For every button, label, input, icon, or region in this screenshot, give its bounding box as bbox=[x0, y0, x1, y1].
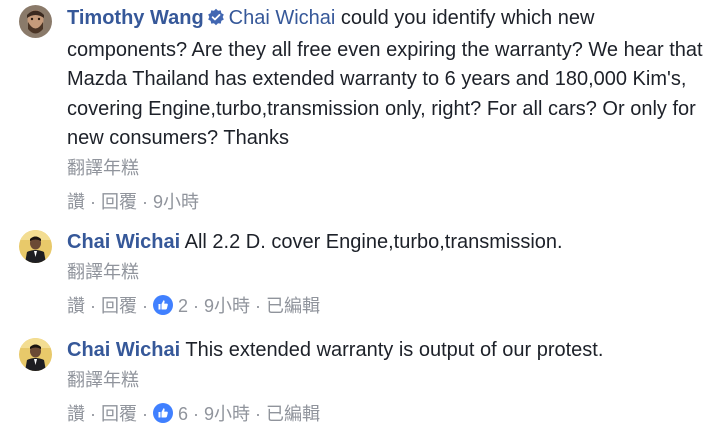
translate-link[interactable]: 翻譯年糕 bbox=[67, 368, 712, 392]
comment-text: Timothy Wang Chai Wichai could you identi… bbox=[67, 4, 712, 154]
verified-badge-icon bbox=[207, 6, 225, 36]
separator-dot: · bbox=[90, 191, 96, 212]
timestamp[interactable]: 9小時 bbox=[204, 404, 250, 424]
comment-body: This extended warranty is output of our … bbox=[185, 339, 604, 361]
comment-author[interactable]: Chai Wichai bbox=[67, 231, 180, 253]
comment-author[interactable]: Timothy Wang bbox=[67, 7, 204, 29]
translate-link[interactable]: 翻譯年糕 bbox=[67, 156, 712, 180]
comment-author[interactable]: Chai Wichai bbox=[67, 339, 180, 361]
like-reaction-icon[interactable] bbox=[153, 294, 173, 315]
separator-dot: · bbox=[142, 295, 148, 316]
separator-dot: · bbox=[90, 295, 96, 316]
comment-actions: 讚 · 回覆 · 2 · 9小時 · 已編輯 bbox=[67, 294, 712, 318]
like-link[interactable]: 讚 bbox=[67, 404, 85, 424]
like-link[interactable]: 讚 bbox=[67, 192, 85, 212]
separator-dot: · bbox=[90, 403, 96, 424]
separator-dot: · bbox=[255, 403, 262, 424]
like-link[interactable]: 讚 bbox=[67, 296, 85, 316]
mention-link[interactable]: Chai Wichai bbox=[229, 7, 336, 29]
reply-link[interactable]: 回覆 bbox=[101, 296, 137, 316]
separator-dot: · bbox=[193, 403, 200, 424]
like-count[interactable]: 2 bbox=[178, 296, 188, 316]
edited-label[interactable]: 已編輯 bbox=[266, 404, 320, 424]
comment-actions: 讚 · 回覆 · 9小時 bbox=[67, 190, 712, 214]
separator-dot: · bbox=[142, 191, 148, 212]
separator-dot: · bbox=[255, 295, 262, 316]
edited-label[interactable]: 已編輯 bbox=[266, 296, 320, 316]
like-count[interactable]: 6 bbox=[178, 404, 188, 424]
avatar-chai-wichai[interactable] bbox=[19, 230, 52, 263]
comment-actions: 讚 · 回覆 · 6 · 9小時 · 已編輯 bbox=[67, 402, 712, 426]
reply-link[interactable]: 回覆 bbox=[101, 404, 137, 424]
timestamp[interactable]: 9小時 bbox=[153, 192, 199, 212]
comment-text: Chai Wichai This extended warranty is ou… bbox=[67, 336, 712, 366]
timestamp[interactable]: 9小時 bbox=[204, 296, 250, 316]
comment-body: All 2.2 D. cover Engine,turbo,transmissi… bbox=[184, 231, 563, 253]
separator-dot: · bbox=[142, 403, 148, 424]
separator-dot: · bbox=[193, 295, 200, 316]
avatar-timothy-wang[interactable] bbox=[19, 5, 52, 38]
comment-text: Chai Wichai All 2.2 D. cover Engine,turb… bbox=[67, 228, 712, 258]
like-reaction-icon[interactable] bbox=[153, 402, 173, 423]
reply-link[interactable]: 回覆 bbox=[101, 192, 137, 212]
avatar-chai-wichai[interactable] bbox=[19, 338, 52, 371]
translate-link[interactable]: 翻譯年糕 bbox=[67, 260, 712, 284]
